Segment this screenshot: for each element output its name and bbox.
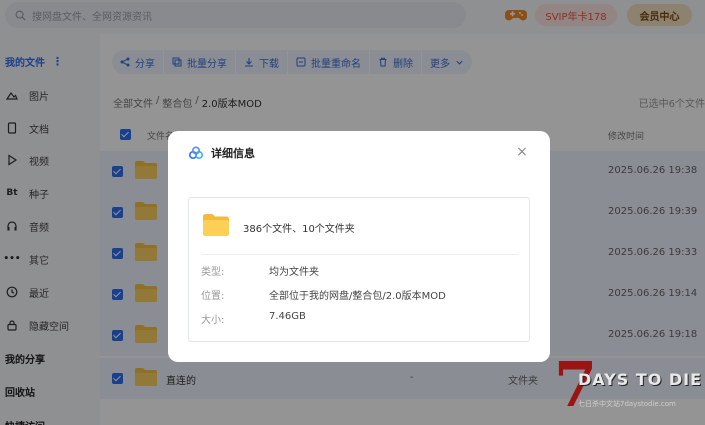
item-summary: 386个文件、10个文件夹 [243,224,355,235]
site-watermark-logo: 7 DAYS TO DIE 七日杀中文站7daystodie.com [548,350,705,425]
cloud-logo-icon [188,146,204,160]
location-label: 位置: [201,291,225,302]
dialog-header: 详细信息 [188,145,255,161]
dialog-title: 详细信息 [211,147,255,160]
close-icon[interactable]: × [515,145,529,159]
size-label: 大小: [201,315,225,326]
type-label: 类型: [201,267,225,278]
watermark-subtitle: 七日杀中文站7daystodie.com [578,400,676,408]
details-dialog: 详细信息 × 386个文件、10个文件夹 类型: 均为文件夹 位置: 全部位于我… [168,131,550,362]
divider [201,254,519,255]
size-value: 7.46GB [269,311,306,322]
folder-icon [203,214,229,236]
watermark-title: DAYS TO DIE [578,370,703,389]
type-value: 均为文件夹 [269,267,319,278]
location-value: 全部位于我的网盘/整合包/2.0版本MOD [269,291,446,302]
details-card: 386个文件、10个文件夹 类型: 均为文件夹 位置: 全部位于我的网盘/整合包… [188,197,530,342]
